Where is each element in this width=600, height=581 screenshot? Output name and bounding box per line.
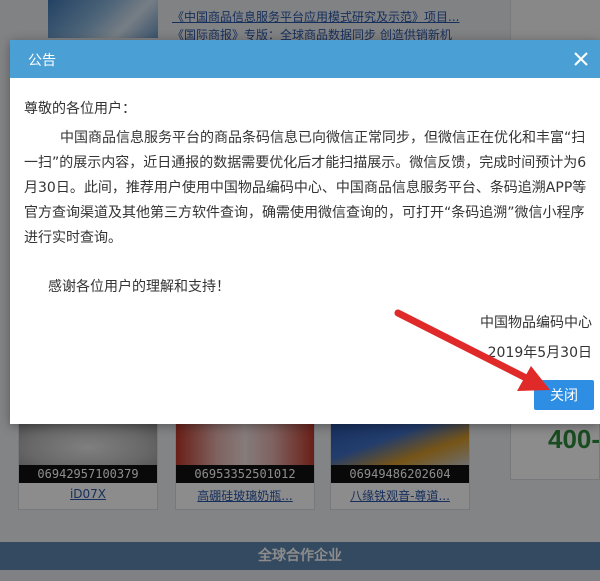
signature-organization: 中国物品编码中心: [480, 315, 592, 331]
announcement-text: 中国商品信息服务平台的商品条码信息已向微信正常同步，但微信正在优化和丰富“扫一扫…: [24, 130, 587, 246]
announcement-paragraph: 中国商品信息服务平台的商品条码信息已向微信正常同步，但微信正在优化和丰富“扫一扫…: [24, 126, 590, 251]
dialog-title: 公告: [28, 53, 56, 69]
close-icon[interactable]: [570, 48, 592, 70]
close-button[interactable]: 关闭: [534, 380, 594, 410]
greeting-text: 尊敬的各位用户：: [24, 101, 136, 117]
signature-date: 2019年5月30日: [487, 345, 592, 361]
dialog-header: 公告: [10, 40, 600, 78]
thanks-text: 感谢各位用户的理解和支持！: [48, 279, 230, 295]
announcement-dialog: 公告 尊敬的各位用户： 中国商品信息服务平台的商品条码信息已向微信正常同步，但微…: [10, 40, 600, 424]
